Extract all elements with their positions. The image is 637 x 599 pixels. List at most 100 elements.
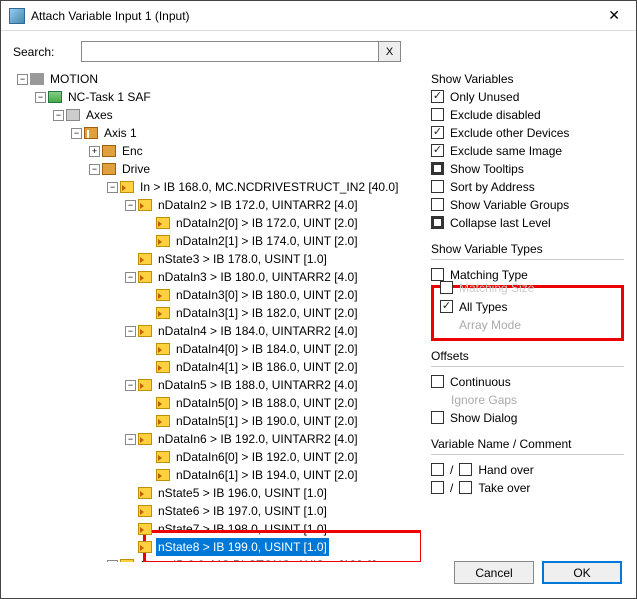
collapse-icon[interactable]: − [17, 74, 28, 85]
tree-node-label[interactable]: In > IB 168.0, MC.NCDRIVESTRUCT_IN2 [40.… [138, 178, 400, 196]
checkbox[interactable] [431, 90, 444, 103]
cancel-button[interactable]: Cancel [454, 561, 534, 584]
tree-node-label[interactable]: Axes [84, 106, 115, 124]
show-variables-title: Show Variables [431, 72, 624, 86]
tree-node-label[interactable]: nState8 > IB 199.0, USINT [1.0] [156, 538, 329, 556]
close-icon[interactable]: ✕ [600, 5, 628, 26]
show-dialog-checkbox[interactable] [431, 411, 444, 424]
tree-node-label[interactable]: nState7 > IB 198.0, USINT [1.0] [156, 520, 329, 538]
tree-row[interactable]: − nDataIn6 > IB 192.0, UINTARR2 [4.0] [13, 430, 421, 448]
take-over-checkbox-a[interactable] [431, 481, 444, 494]
tree-node-label[interactable]: nDataIn4 > IB 184.0, UINTARR2 [4.0] [156, 322, 360, 340]
collapse-icon[interactable]: − [53, 110, 64, 121]
continuous-checkbox[interactable] [431, 375, 444, 388]
ok-button[interactable]: OK [542, 561, 622, 584]
attach-variable-dialog: Attach Variable Input 1 (Input) ✕ Search… [0, 0, 637, 599]
collapse-icon[interactable]: − [125, 380, 136, 391]
tree-row[interactable]: nDataIn3[1] > IB 182.0, UINT [2.0] [13, 304, 421, 322]
tree-node-label[interactable]: Enc [120, 142, 145, 160]
tree-node-label[interactable]: nDataIn6[1] > IB 194.0, UINT [2.0] [174, 466, 360, 484]
tree-row[interactable]: − nDataIn2 > IB 172.0, UINTARR2 [4.0] [13, 196, 421, 214]
checkbox[interactable] [431, 144, 444, 157]
search-input[interactable] [81, 41, 379, 62]
tree-row[interactable]: + Out > IB 0.0, MC.PLCTONC_AXIS… [128.0] [13, 556, 421, 562]
variable-tree[interactable]: −MOTION−NC-Task 1 SAF−Axes−Axis 1+Enc−Dr… [13, 70, 421, 562]
all-types-checkbox[interactable] [440, 300, 453, 313]
collapse-icon[interactable]: − [71, 128, 82, 139]
matching-size-checkbox[interactable] [440, 281, 453, 294]
tree-node-label[interactable]: nDataIn3[0] > IB 180.0, UINT [2.0] [174, 286, 360, 304]
tree-row[interactable]: nDataIn2[0] > IB 172.0, UINT [2.0] [13, 214, 421, 232]
tree-row[interactable]: nState7 > IB 198.0, USINT [1.0] [13, 520, 421, 538]
expand-icon[interactable]: + [89, 146, 100, 157]
tree-row[interactable]: − Axes [13, 106, 421, 124]
checkbox[interactable] [431, 126, 444, 139]
tree-node-label[interactable]: nDataIn4[0] > IB 184.0, UINT [2.0] [174, 340, 360, 358]
var-icon [138, 325, 152, 337]
tree-row[interactable]: − In > IB 168.0, MC.NCDRIVESTRUCT_IN2 [40… [13, 178, 421, 196]
checkbox-label: Exclude disabled [450, 108, 541, 122]
tree-node-label[interactable]: nState3 > IB 178.0, USINT [1.0] [156, 250, 329, 268]
var-icon [120, 181, 134, 193]
tree-row[interactable]: nState6 > IB 197.0, USINT [1.0] [13, 502, 421, 520]
expand-icon[interactable]: + [107, 560, 118, 563]
titlebar: Attach Variable Input 1 (Input) ✕ [1, 1, 636, 31]
tree-node-label[interactable]: nDataIn2[0] > IB 172.0, UINT [2.0] [174, 214, 360, 232]
checkbox[interactable] [431, 216, 444, 229]
clear-search-button[interactable]: X [379, 41, 401, 62]
tree-node-label[interactable]: nDataIn3[1] > IB 182.0, UINT [2.0] [174, 304, 360, 322]
tree-row[interactable]: nDataIn6[0] > IB 192.0, UINT [2.0] [13, 448, 421, 466]
tree-row[interactable]: − Drive [13, 160, 421, 178]
tree-row[interactable]: − MOTION [13, 70, 421, 88]
tree-row[interactable]: + Enc [13, 142, 421, 160]
tree-row[interactable]: nState8 > IB 199.0, USINT [1.0] [13, 538, 421, 556]
tree-node-label[interactable]: nDataIn2[1] > IB 174.0, UINT [2.0] [174, 232, 360, 250]
tree-node-label[interactable]: nDataIn5[0] > IB 188.0, UINT [2.0] [174, 394, 360, 412]
collapse-icon[interactable]: − [125, 200, 136, 211]
tree-node-label[interactable]: nState6 > IB 197.0, USINT [1.0] [156, 502, 329, 520]
tree-node-label[interactable]: nDataIn6[0] > IB 192.0, UINT [2.0] [174, 448, 360, 466]
tree-row[interactable]: − Axis 1 [13, 124, 421, 142]
tree-row[interactable]: − NC-Task 1 SAF [13, 88, 421, 106]
tree-row[interactable]: nDataIn5[0] > IB 188.0, UINT [2.0] [13, 394, 421, 412]
hand-over-checkbox-b[interactable] [459, 463, 472, 476]
collapse-icon[interactable]: − [125, 326, 136, 337]
tree-row[interactable]: nDataIn2[1] > IB 174.0, UINT [2.0] [13, 232, 421, 250]
tree-node-label[interactable]: MOTION [48, 70, 100, 88]
tree-row[interactable]: nState5 > IB 196.0, USINT [1.0] [13, 484, 421, 502]
collapse-icon[interactable]: − [35, 92, 46, 103]
tree-row[interactable]: − nDataIn5 > IB 188.0, UINTARR2 [4.0] [13, 376, 421, 394]
var-icon [138, 271, 152, 283]
tree-node-label[interactable]: nDataIn5[1] > IB 190.0, UINT [2.0] [174, 412, 360, 430]
tree-node-label[interactable]: nDataIn6 > IB 192.0, UINTARR2 [4.0] [156, 430, 360, 448]
tree-row[interactable]: nDataIn5[1] > IB 190.0, UINT [2.0] [13, 412, 421, 430]
checkbox[interactable] [431, 180, 444, 193]
tree-node-label[interactable]: Out > IB 0.0, MC.PLCTONC_AXIS… [128.0] [138, 556, 378, 562]
collapse-icon[interactable]: − [89, 164, 100, 175]
checkbox[interactable] [431, 108, 444, 121]
hand-over-checkbox-a[interactable] [431, 463, 444, 476]
tree-node-label[interactable]: nDataIn4[1] > IB 186.0, UINT [2.0] [174, 358, 360, 376]
var-icon [138, 199, 152, 211]
tree-node-label[interactable]: Axis 1 [102, 124, 139, 142]
checkbox[interactable] [431, 198, 444, 211]
collapse-icon[interactable]: − [125, 272, 136, 283]
tree-row[interactable]: − nDataIn3 > IB 180.0, UINTARR2 [4.0] [13, 268, 421, 286]
tree-node-label[interactable]: nDataIn5 > IB 188.0, UINTARR2 [4.0] [156, 376, 360, 394]
checkbox[interactable] [431, 162, 444, 175]
tree-row[interactable]: nState3 > IB 178.0, USINT [1.0] [13, 250, 421, 268]
tree-node-label[interactable]: Drive [120, 160, 152, 178]
ignore-gaps-label: Ignore Gaps [451, 393, 517, 407]
tree-node-label[interactable]: nDataIn3 > IB 180.0, UINTARR2 [4.0] [156, 268, 360, 286]
tree-row[interactable]: nDataIn4[1] > IB 186.0, UINT [2.0] [13, 358, 421, 376]
tree-row[interactable]: nDataIn3[0] > IB 180.0, UINT [2.0] [13, 286, 421, 304]
take-over-checkbox-b[interactable] [459, 481, 472, 494]
tree-row[interactable]: − nDataIn4 > IB 184.0, UINTARR2 [4.0] [13, 322, 421, 340]
tree-row[interactable]: nDataIn4[0] > IB 184.0, UINT [2.0] [13, 340, 421, 358]
collapse-icon[interactable]: − [125, 434, 136, 445]
tree-node-label[interactable]: nState5 > IB 196.0, USINT [1.0] [156, 484, 329, 502]
tree-node-label[interactable]: NC-Task 1 SAF [66, 88, 153, 106]
tree-node-label[interactable]: nDataIn2 > IB 172.0, UINTARR2 [4.0] [156, 196, 360, 214]
tree-row[interactable]: nDataIn6[1] > IB 194.0, UINT [2.0] [13, 466, 421, 484]
collapse-icon[interactable]: − [107, 182, 118, 193]
